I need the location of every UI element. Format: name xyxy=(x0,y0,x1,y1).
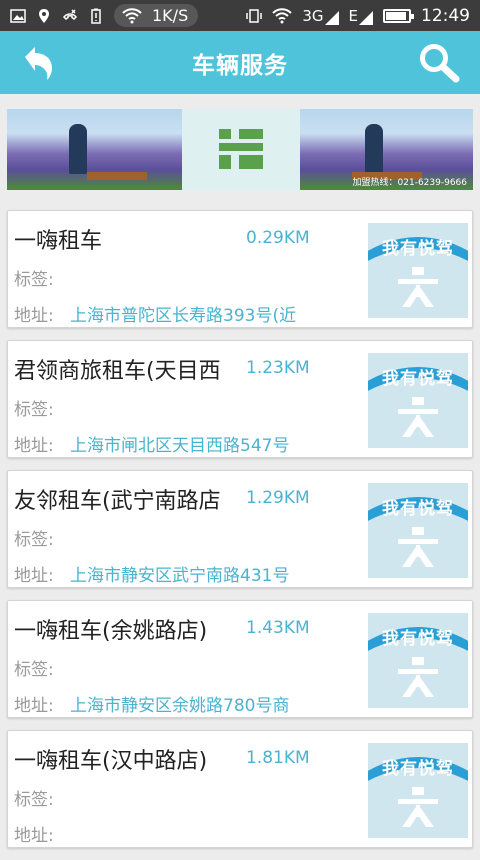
battery-icon xyxy=(383,8,414,23)
rental-list: 一嗨租车 0.29KM 标签: 地址: 上海市普陀区长寿路393号(近 我有悦驾… xyxy=(7,210,473,860)
battery-fill xyxy=(386,11,407,20)
rental-name: 一嗨租车 xyxy=(14,229,103,254)
back-button[interactable] xyxy=(18,43,58,83)
rental-name: 一嗨租车(余姚路店) xyxy=(14,619,208,644)
rental-distance: 1.23KM xyxy=(246,358,310,378)
logo-ribbon: 我有悦驾 xyxy=(368,233,468,259)
rental-name: 君领商旅租车(天目西 xyxy=(14,359,221,384)
rental-card[interactable]: 一嗨租车(汉中路店) 1.81KM 标签: 地址: 我有悦驾 xyxy=(7,730,473,848)
address-label: 地址: xyxy=(14,696,54,716)
status-bar: 1K/S 3G E 12:49 xyxy=(0,0,480,31)
battery-saver-icon xyxy=(91,8,101,24)
rental-card[interactable]: 一嗨租车 0.29KM 标签: 地址: 上海市普陀区长寿路393号(近 我有悦驾 xyxy=(7,210,473,328)
page-title: 车辆服务 xyxy=(192,52,288,79)
signal-icon xyxy=(359,10,373,25)
banner-phone: 加盟热线：021-6239-9666 xyxy=(352,178,467,188)
tag-label: 标签: xyxy=(14,660,54,680)
rental-distance: 1.81KM xyxy=(246,748,310,768)
status-right: 3G E 12:49 xyxy=(246,6,470,26)
vibrate-icon xyxy=(246,8,263,23)
net-speed-pill: 1K/S xyxy=(114,4,199,27)
phone-missed-icon xyxy=(63,8,77,20)
clock: 12:49 xyxy=(421,5,470,26)
address-label: 地址: xyxy=(14,306,54,326)
promo-banner[interactable]: 加盟热线：021-6239-9666 xyxy=(7,109,473,190)
rental-card[interactable]: 君领商旅租车(天目西 1.23KM 标签: 地址: 上海市闸北区天目西路547号… xyxy=(7,340,473,458)
tag-label: 标签: xyxy=(14,790,54,810)
address-label: 地址: xyxy=(14,566,54,586)
network-type-2: E xyxy=(348,6,358,25)
search-icon xyxy=(420,44,460,83)
search-button[interactable] xyxy=(416,41,462,85)
rental-card[interactable]: 一嗨租车(余姚路店) 1.43KM 标签: 地址: 上海市静安区余姚路780号商… xyxy=(7,600,473,718)
rental-address: 上海市普陀区长寿路393号(近 xyxy=(70,306,297,326)
rental-address: 上海市闸北区天目西路547号 xyxy=(70,436,290,456)
tag-label: 标签: xyxy=(14,270,54,290)
net-speed: 1K/S xyxy=(152,6,189,25)
banner-person-right xyxy=(365,124,383,174)
rental-logo: 我有悦驾 xyxy=(368,483,468,578)
address-label: 地址: xyxy=(14,436,54,456)
yuejia-logo-icon xyxy=(219,128,263,169)
logo-text: 我有悦驾 xyxy=(382,628,454,649)
rental-address: 上海市静安区余姚路780号商 xyxy=(70,696,290,716)
banner-logo xyxy=(182,109,300,190)
network-e: E xyxy=(349,7,373,25)
signal-icon xyxy=(324,10,339,25)
rental-logo: 我有悦驾 xyxy=(368,223,468,318)
network-3g: 3G xyxy=(302,6,339,25)
header-bar: 车辆服务 xyxy=(0,31,480,94)
rental-address: 上海市静安区武宁南路431号 xyxy=(70,566,290,586)
logo-text: 我有悦驾 xyxy=(382,368,454,389)
logo-text: 我有悦驾 xyxy=(382,758,454,779)
rental-logo: 我有悦驾 xyxy=(368,353,468,448)
logo-text: 我有悦驾 xyxy=(382,238,454,259)
logo-ribbon: 我有悦驾 xyxy=(368,753,468,779)
network-type: 3G xyxy=(302,6,324,25)
status-left: 1K/S xyxy=(10,4,199,27)
rental-name: 一嗨租车(汉中路店) xyxy=(14,749,208,774)
address-label: 地址: xyxy=(14,826,54,846)
banner-table-left xyxy=(87,172,147,180)
wifi-icon xyxy=(122,7,142,23)
rental-distance: 0.29KM xyxy=(246,228,310,248)
tag-label: 标签: xyxy=(14,530,54,550)
rental-logo: 我有悦驾 xyxy=(368,613,468,708)
logo-ribbon: 我有悦驾 xyxy=(368,493,468,519)
rental-distance: 1.29KM xyxy=(246,488,310,508)
logo-ribbon: 我有悦驾 xyxy=(368,363,468,389)
rental-logo: 我有悦驾 xyxy=(368,743,468,838)
logo-ribbon: 我有悦驾 xyxy=(368,623,468,649)
tag-label: 标签: xyxy=(14,400,54,420)
rental-name: 友邻租车(武宁南路店 xyxy=(14,489,221,514)
rental-distance: 1.43KM xyxy=(246,618,310,638)
back-arrow-icon xyxy=(25,47,52,80)
banner-person-left xyxy=(69,124,87,174)
wifi-icon xyxy=(272,7,293,23)
image-icon xyxy=(10,8,26,23)
location-icon xyxy=(39,8,49,23)
rental-card[interactable]: 友邻租车(武宁南路店 1.29KM 标签: 地址: 上海市静安区武宁南路431号… xyxy=(7,470,473,588)
logo-text: 我有悦驾 xyxy=(382,498,454,519)
